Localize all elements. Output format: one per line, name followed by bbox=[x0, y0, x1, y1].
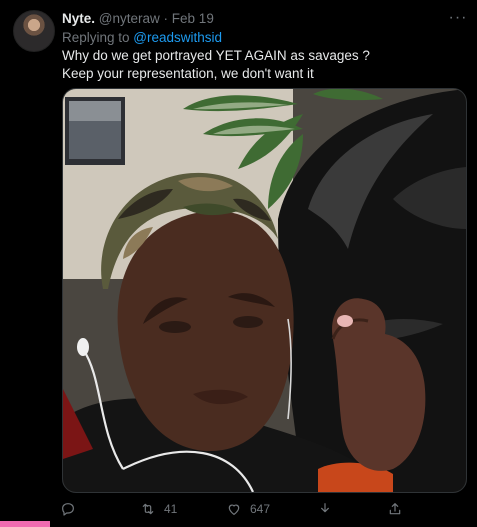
tweet[interactable]: Nyte. @nyteraw · Feb 19 ··· Replying to … bbox=[0, 0, 477, 527]
share-icon bbox=[389, 503, 401, 515]
retweet-icon bbox=[142, 503, 154, 515]
replying-to: Replying to @readswithsid bbox=[62, 29, 222, 47]
tweet-text: Why do we get portrayed YET AGAIN as sav… bbox=[62, 47, 467, 83]
like-count: 647 bbox=[250, 502, 271, 516]
reply-button[interactable] bbox=[60, 497, 76, 521]
replying-to-label: Replying to bbox=[62, 30, 134, 45]
tweet-header: Nyte. @nyteraw · Feb 19 bbox=[62, 10, 214, 28]
tweet-date[interactable]: Feb 19 bbox=[172, 11, 214, 26]
share-button[interactable] bbox=[387, 497, 403, 521]
display-name[interactable]: Nyte. bbox=[62, 11, 95, 26]
tweet-actions: 41 647 bbox=[52, 497, 472, 521]
tweet-text-line-1: Why do we get portrayed YET AGAIN as sav… bbox=[62, 48, 370, 63]
tweet-text-line-2: Keep your representation, we don't want … bbox=[62, 66, 314, 81]
separator-dot: · bbox=[163, 11, 169, 26]
heart-icon bbox=[228, 504, 240, 515]
download-icon bbox=[321, 503, 329, 513]
reply-icon bbox=[62, 503, 74, 516]
download-button[interactable] bbox=[317, 497, 333, 521]
handle[interactable]: @nyteraw bbox=[99, 11, 160, 26]
more-options-icon[interactable]: ··· bbox=[446, 9, 470, 27]
retweet-count: 41 bbox=[164, 502, 178, 516]
tweet-media-image[interactable] bbox=[62, 88, 467, 493]
page-accent-strip bbox=[0, 521, 50, 527]
replying-to-mention[interactable]: @readswithsid bbox=[133, 30, 222, 45]
avatar[interactable] bbox=[13, 10, 55, 52]
retweet-button[interactable]: 41 bbox=[140, 497, 177, 521]
like-button[interactable]: 647 bbox=[226, 497, 270, 521]
